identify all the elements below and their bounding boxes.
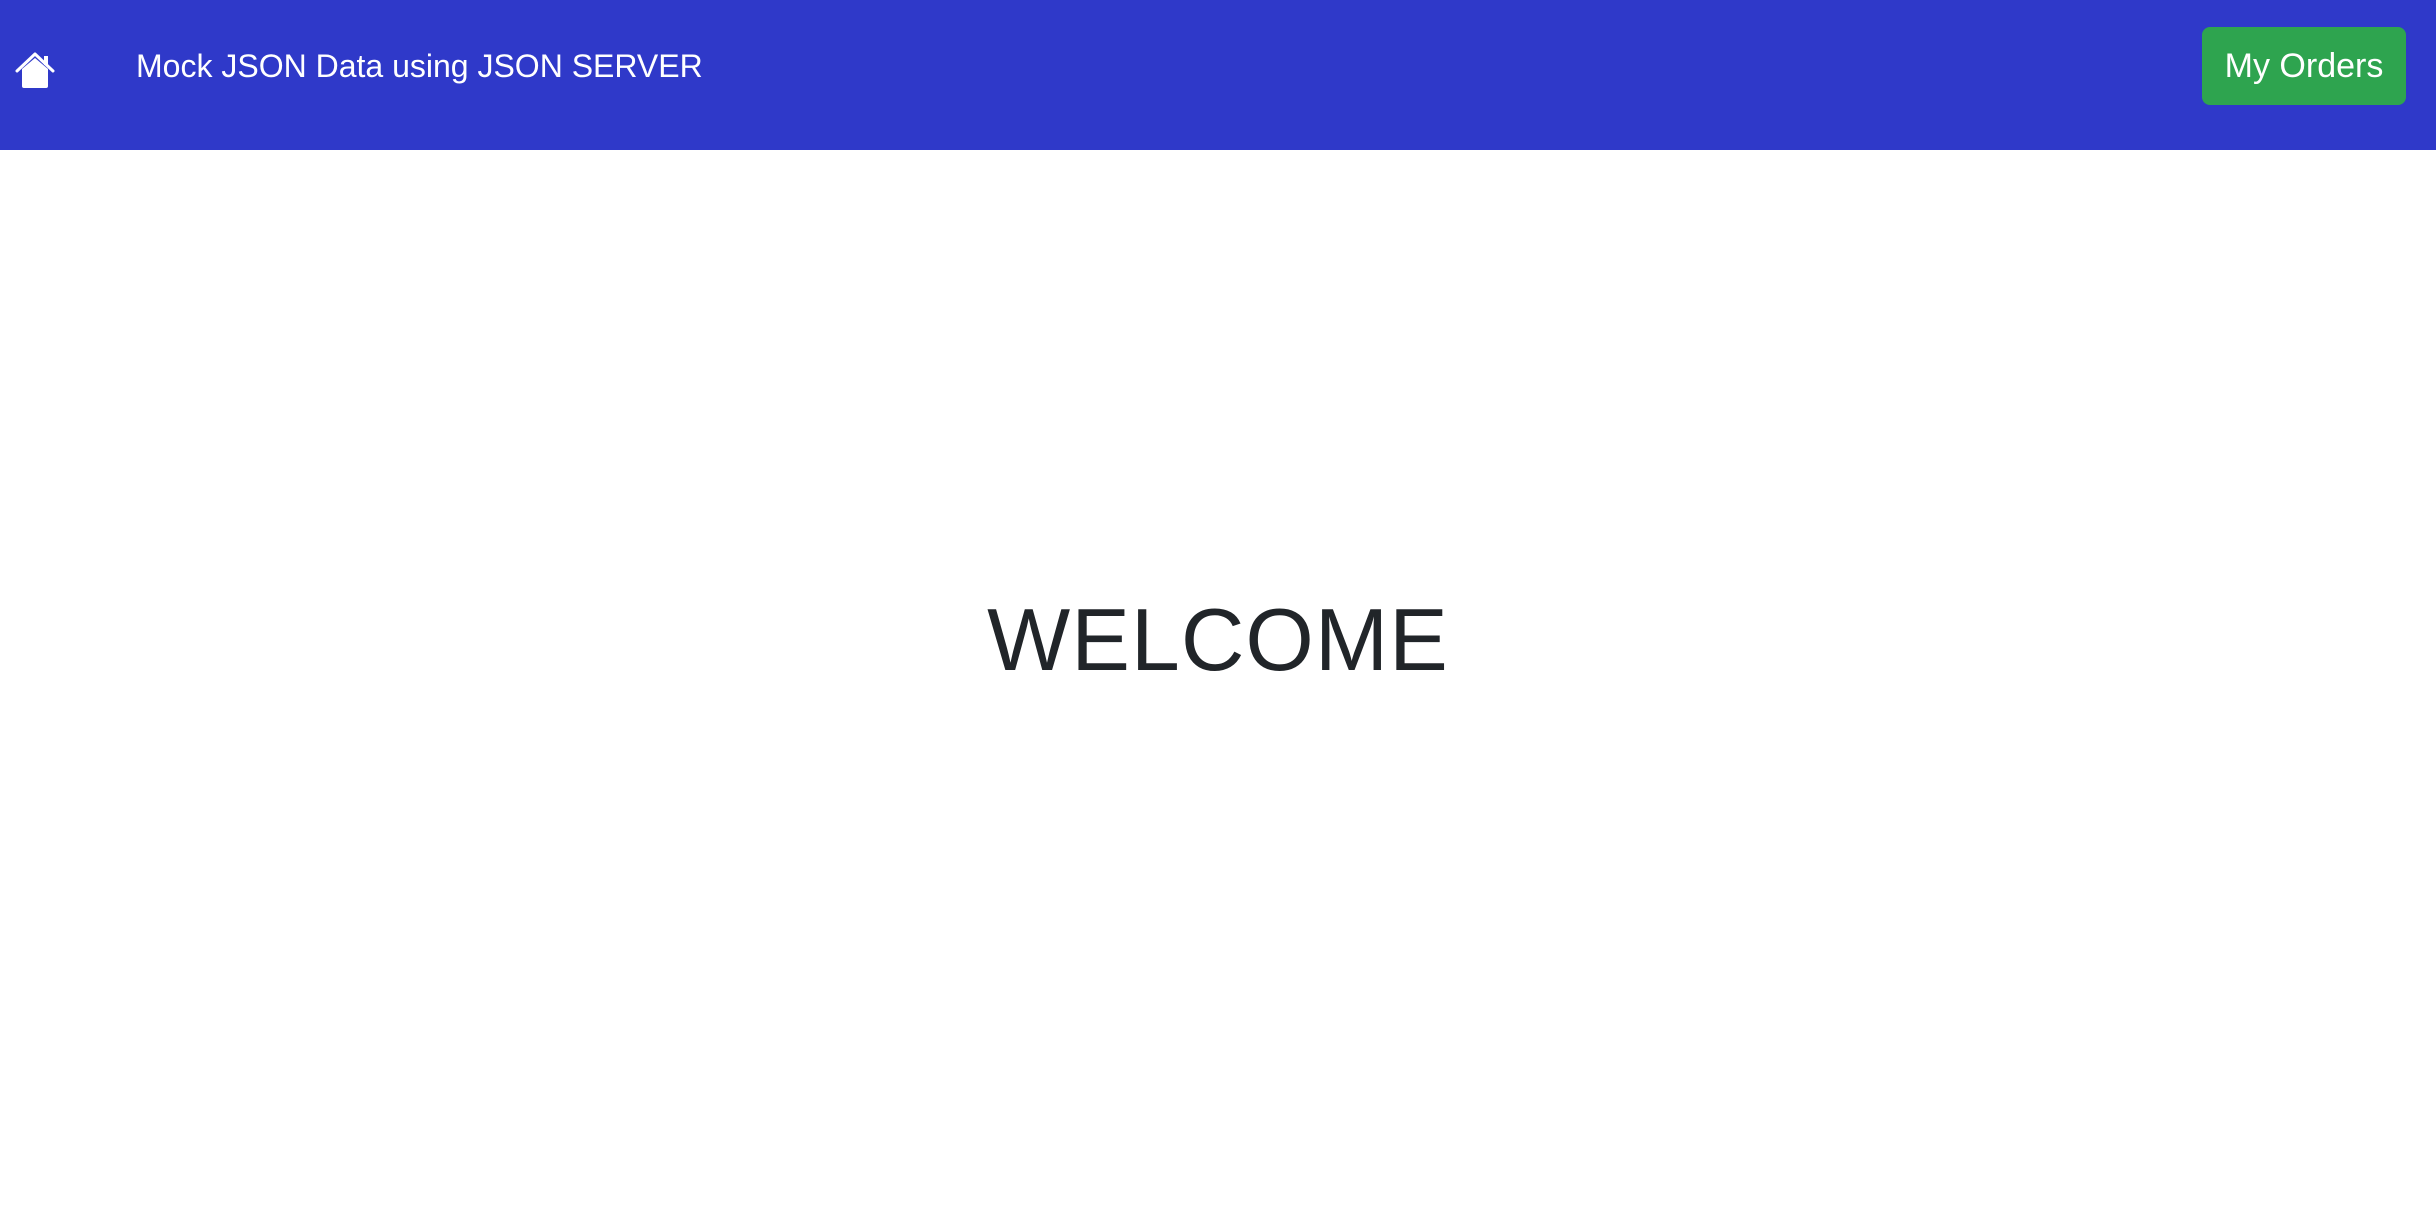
home-link[interactable] [14, 50, 56, 92]
my-orders-button[interactable]: My Orders [2202, 27, 2406, 105]
welcome-heading: WELCOME [987, 590, 1449, 689]
home-icon [14, 50, 56, 92]
navbar: Mock JSON Data using JSON SERVER My Orde… [0, 0, 2436, 150]
brand-title[interactable]: Mock JSON Data using JSON SERVER [136, 46, 703, 86]
